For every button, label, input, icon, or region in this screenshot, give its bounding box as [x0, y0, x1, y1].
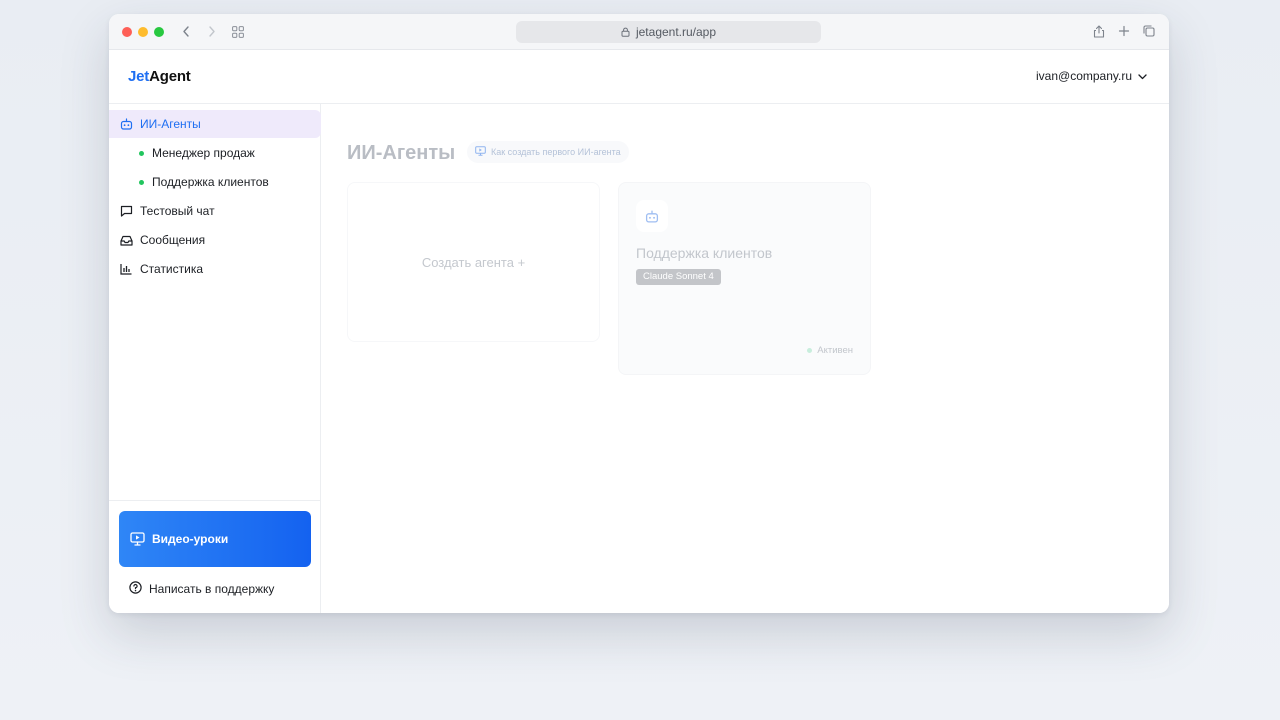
- url-text: jetagent.ru/app: [635, 25, 717, 39]
- sidebar-item-test-chat[interactable]: Тестовый чат: [109, 197, 321, 225]
- sidebar-item-label: ИИ-Агенты: [140, 117, 201, 131]
- video-icon: [130, 532, 145, 546]
- app-logo[interactable]: JetAgent: [128, 68, 191, 85]
- inbox-icon: [119, 233, 133, 247]
- address-bar[interactable]: jetagent.ru/app: [516, 21, 821, 43]
- sidebar-item-label: Поддержка клиентов: [152, 175, 269, 189]
- lock-icon: [621, 22, 630, 44]
- back-icon[interactable]: [178, 23, 194, 41]
- sidebar-item-label: Сообщения: [140, 233, 206, 247]
- robot-icon: [119, 117, 133, 131]
- chat-icon: [119, 204, 133, 218]
- close-window-button[interactable]: [122, 27, 132, 37]
- minimize-window-button[interactable]: [138, 27, 148, 37]
- sidebar-agent-customer-support[interactable]: Поддержка клиентов: [109, 168, 321, 196]
- agent-status-dot: [139, 179, 144, 185]
- status-label: Активен: [817, 345, 853, 356]
- video-icon: [475, 146, 486, 158]
- logo-agent: Agent: [149, 68, 191, 85]
- browser-toolbar: jetagent.ru/app: [109, 14, 1169, 50]
- user-menu[interactable]: ivan@company.ru: [1036, 69, 1147, 83]
- sidebar-item-agents[interactable]: ИИ-Агенты: [109, 110, 321, 138]
- user-email: ivan@company.ru: [1036, 69, 1132, 83]
- how-to-create-agent-link[interactable]: Как создать первого ИИ-агента: [467, 141, 629, 163]
- main-content: ИИ-Агенты Как создать первого ИИ-агента …: [322, 104, 1169, 613]
- support-label: Написать в поддержку: [149, 582, 275, 596]
- sidebar-item-label: Менеджер продаж: [152, 146, 255, 160]
- sidebar: ИИ-Агенты Менеджер продаж Поддержка клие…: [109, 104, 321, 613]
- tab-grid-icon[interactable]: [230, 23, 246, 41]
- sidebar-item-label: Статистика: [140, 262, 204, 276]
- agent-card[interactable]: Поддержка клиентов Claude Sonnet 4 Актив…: [618, 182, 871, 375]
- video-lessons-label: Видео-уроки: [152, 532, 229, 546]
- sidebar-agent-sales-manager[interactable]: Менеджер продаж: [109, 139, 321, 167]
- forward-icon[interactable]: [204, 23, 220, 41]
- sidebar-item-messages[interactable]: Сообщения: [109, 226, 321, 254]
- sidebar-item-statistics[interactable]: Статистика: [109, 255, 321, 283]
- help-chip-label: Как создать первого ИИ-агента: [491, 147, 621, 157]
- page-title: ИИ-Агенты: [347, 142, 456, 164]
- bar-chart-icon: [119, 262, 133, 276]
- chevron-down-icon: [1138, 69, 1147, 83]
- help-circle-icon: [129, 581, 142, 597]
- status-dot: [807, 348, 813, 353]
- agent-name: Поддержка клиентов: [636, 245, 773, 261]
- app-header: JetAgent ivan@company.ru: [109, 50, 1169, 104]
- sidebar-item-label: Тестовый чат: [140, 204, 215, 218]
- logo-jet: Jet: [128, 68, 150, 85]
- create-agent-label: Создать агента +: [421, 254, 526, 270]
- contact-support-link[interactable]: Написать в поддержку: [129, 581, 274, 597]
- tabs-overview-icon[interactable]: [1141, 23, 1157, 41]
- sidebar-divider: [109, 500, 321, 501]
- model-badge: Claude Sonnet 4: [636, 269, 721, 285]
- maximize-window-button[interactable]: [154, 27, 164, 37]
- robot-icon: [636, 200, 668, 232]
- browser-window: jetagent.ru/app JetAgent ivan@company.ru…: [109, 14, 1169, 613]
- agent-status-dot: [139, 150, 144, 156]
- agent-status: Активен: [807, 345, 853, 356]
- video-lessons-button[interactable]: Видео-уроки: [119, 511, 311, 567]
- create-agent-card[interactable]: Создать агента +: [347, 182, 600, 342]
- share-icon[interactable]: [1091, 23, 1107, 41]
- new-tab-icon[interactable]: [1116, 23, 1132, 41]
